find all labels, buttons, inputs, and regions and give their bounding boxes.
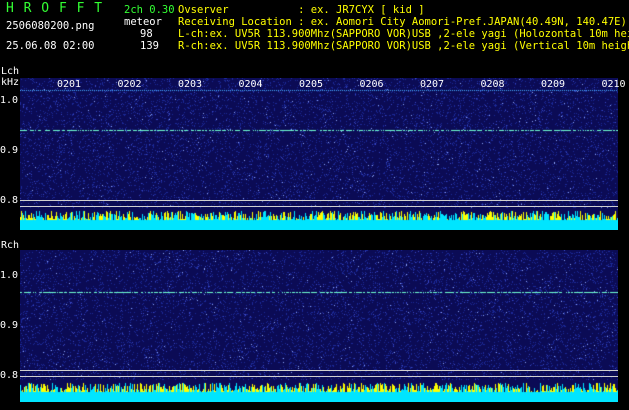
lch-waterfall	[20, 78, 618, 230]
time-label: 0206	[359, 79, 384, 90]
time-label: 0203	[178, 79, 203, 90]
time-label: 0209	[541, 79, 566, 90]
location-line: Receiving Location : ex. Aomori City Aom…	[178, 16, 627, 28]
time-label: 0204	[238, 79, 263, 90]
lch-info-line: L-ch:ex. UV5R 113.900Mhz(SAPPORO VOR)USB…	[178, 28, 629, 40]
time-label: 0207	[420, 79, 445, 90]
app-title: H R O F F T	[6, 1, 104, 16]
time-label: 0202	[117, 79, 142, 90]
time-label: 0210	[601, 79, 626, 90]
rch-label: Rch	[1, 240, 20, 251]
rch-waterfall	[20, 250, 618, 402]
rch-ytick: 1.0	[0, 270, 19, 281]
lch-ref-line	[20, 200, 618, 201]
time-label: 0205	[299, 79, 324, 90]
time-label: 0208	[480, 79, 505, 90]
lch-ref-line	[20, 206, 618, 207]
rch-ref-line	[20, 376, 618, 377]
rch-waterfall-canvas	[20, 250, 618, 402]
type-label: meteor	[124, 16, 162, 28]
count-lch: 98	[140, 28, 153, 40]
observer-line: Ovserver : ex. JR7CYX [ kid ]	[178, 4, 425, 16]
lch-ytick: 0.9	[0, 145, 19, 156]
rch-ytick: 0.8	[0, 370, 19, 381]
lch-ytick: 0.8	[0, 195, 19, 206]
rch-ref-line	[20, 370, 618, 371]
rch-info-line: R-ch:ex. UV5R 113.900Mhz(SAPPORO VOR)USB…	[178, 40, 629, 52]
lch-ytick: 1.0	[0, 95, 19, 106]
lch-unit: kHz	[1, 77, 20, 88]
mode-label: 2ch 0.30	[124, 4, 175, 16]
filename-label: 2506080200.png	[6, 20, 95, 32]
count-rch: 139	[140, 40, 159, 52]
lch-waterfall-canvas	[20, 78, 618, 230]
rch-ytick: 0.9	[0, 320, 19, 331]
time-label: 0201	[57, 79, 82, 90]
timestamp-label: 25.06.08 02:00	[6, 40, 95, 52]
